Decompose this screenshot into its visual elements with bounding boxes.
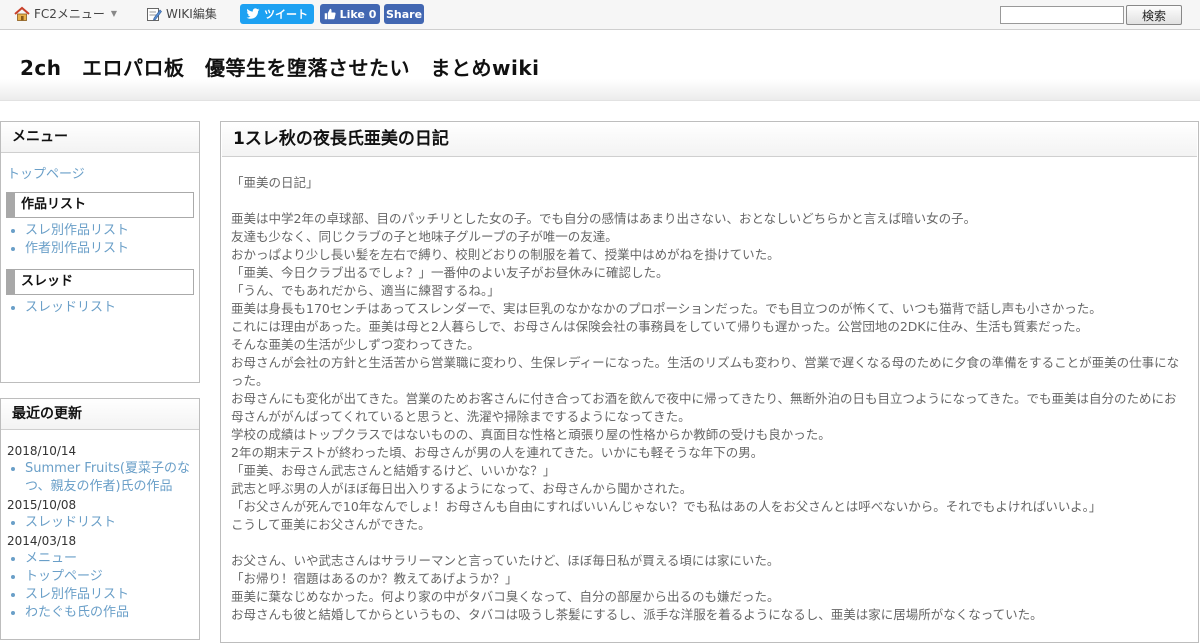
article-paragraph: 「亜美の日記」 [231, 175, 319, 190]
site-title[interactable]: 2ch エロパロ板 優等生を堕落させたい まとめwiki [20, 52, 540, 81]
fc2-menu-button[interactable]: FC2メニュー ▼ [14, 5, 117, 22]
thread-heading: スレッド [6, 269, 194, 295]
recent-updates-box: 最近の更新 2018/10/14 Summer Fruits(夏菜子のなつ、親友… [0, 398, 200, 640]
article-paragraph: 「亜美、今日クラブ出るでしょ？」一番仲のよい友子がお昼休みに確認した。 [231, 265, 669, 280]
article-paragraph: そんな亜美の生活が少しずつ変わってきた。 [231, 337, 480, 352]
list-item[interactable]: スレ別作品リスト [25, 222, 199, 240]
list-item[interactable]: メニュー [25, 550, 199, 568]
article-paragraph: お母さんにも変化が出てきた。営業のためお客さんに付き合ってお酒を飲んで夜中に帰っ… [231, 391, 1177, 424]
article-paragraph: 亜美は身長も170センチはあってスレンダーで、実は巨乳のなかなかのプロポーション… [231, 301, 1102, 316]
edit-icon [147, 7, 162, 21]
wiki-edit-button[interactable]: WIKI編集 [146, 5, 217, 22]
list-item[interactable]: 作者別作品リスト [25, 240, 199, 258]
search-input[interactable] [1000, 6, 1124, 24]
fc2-menu-label: FC2メニュー [34, 7, 105, 21]
article-paragraph: 亜美は中学2年の卓球部、目のパッチリとした女の子。でも自分の感情はあまり出さない… [231, 211, 977, 226]
tweet-button[interactable]: ツイート [240, 4, 314, 24]
thread-list: スレッドリスト [1, 299, 199, 317]
article-paragraph: 「うん、でもあれだから、適当に練習するね。」 [231, 283, 500, 298]
article-paragraph: 亜美に葉なじめなかった。何より家の中がタバコ臭くなって、自分の部屋から出るのも嫌… [231, 589, 780, 604]
thumbs-up-icon [324, 8, 336, 20]
tweet-label: ツイート [264, 8, 308, 21]
wiki-edit-label: WIKI編集 [166, 7, 217, 21]
update-list: Summer Fruits(夏菜子のなつ、親友の作者)氏の作品 [1, 460, 199, 496]
article-paragraph: 友達も少なく、同じクラブの子と地味子グループの子が唯一の友達。 [231, 229, 618, 244]
article-paragraph: これには理由があった。亜美は母と2人暮らしで、お母さんは保険会社の事務員をしてい… [231, 319, 1089, 334]
works-list-heading: 作品リスト [6, 192, 194, 218]
page-title: 1スレ秋の夜長氏亜美の日記 [222, 122, 1197, 157]
article-paragraph: こうして亜美にお父さんができた。 [231, 517, 431, 532]
share-label: Share [385, 7, 423, 21]
menu-heading: メニュー [1, 122, 199, 153]
article-paragraph: 「お父さんが死んで10年なんでしょ！お母さんも自由にすればいいんじゃない？でも私… [231, 499, 1102, 514]
facebook-share-button[interactable]: Share [384, 4, 424, 24]
facebook-like-button[interactable]: Like 0 [320, 4, 380, 24]
top-bar: FC2メニュー ▼ WIKI編集 ツイート Like 0 Share 検索 [0, 0, 1200, 30]
home-icon [14, 6, 30, 21]
search-button[interactable]: 検索 [1126, 5, 1182, 25]
article-paragraph: お父さん、いや武志さんはサラリーマンと言っていたけど、ほぼ毎日私が買える頃には家… [231, 553, 780, 568]
caret-down-icon: ▼ [110, 9, 118, 18]
article-body: 「亜美の日記」亜美は中学2年の卓球部、目のパッチリとした女の子。でも自分の感情は… [231, 174, 1183, 624]
update-list: メニュー トップページ スレ別作品リスト わたぐも氏の作品 [1, 550, 199, 622]
article-paragraph: お母さんも彼と結婚してからというもの、タバコは吸うし茶髪にするし、派手な洋服を着… [231, 607, 1043, 622]
update-date: 2014/03/18 [7, 534, 77, 548]
site-header: 2ch エロパロ板 優等生を堕落させたい まとめwiki [0, 30, 1200, 101]
article-paragraph: 2年の期末テストが終わった頃、お母さんが男の人を連れてきた。いかにも軽そうな年下… [231, 445, 764, 460]
article-paragraph: お母さんが会社の方針と生活苦から営業職に変わり、生保レディーになった。生活のリズ… [231, 355, 1180, 388]
update-list: スレッドリスト [1, 514, 199, 532]
list-item[interactable]: わたぐも氏の作品 [25, 604, 199, 622]
update-date: 2015/10/08 [7, 498, 77, 512]
main-content: 1スレ秋の夜長氏亜美の日記 「亜美の日記」亜美は中学2年の卓球部、目のパッチリと… [220, 121, 1199, 643]
like-label: Like 0 [339, 7, 377, 21]
list-item[interactable]: スレッドリスト [25, 299, 199, 317]
top-page-link[interactable]: トップページ [1, 163, 199, 182]
works-list: スレ別作品リスト 作者別作品リスト [1, 222, 199, 258]
article-paragraph: 「お帰り！宿題はあるのか？教えてあげようか？」 [231, 571, 518, 586]
list-item[interactable]: Summer Fruits(夏菜子のなつ、親友の作者)氏の作品 [25, 460, 199, 496]
article-paragraph: 「亜美、お母さん武志さんと結婚するけど、いいかな？」 [231, 463, 556, 478]
recent-updates-heading: 最近の更新 [1, 399, 199, 430]
article-paragraph: 武志と呼ぶ男の人がほぼ毎日出入りするようになって、お母さんから聞かされた。 [231, 481, 693, 496]
update-date: 2018/10/14 [7, 444, 77, 458]
menu-box: メニュー トップページ 作品リスト スレ別作品リスト 作者別作品リスト スレッド… [0, 121, 200, 383]
list-item[interactable]: スレッドリスト [25, 514, 199, 532]
list-item[interactable]: トップページ [25, 568, 199, 586]
article-paragraph: 学校の成績はトップクラスではないものの、真面目な性格と頑張り屋の性格からか教師の… [231, 427, 831, 442]
twitter-bird-icon [246, 8, 260, 19]
list-item[interactable]: スレ別作品リスト [25, 586, 199, 604]
article-paragraph: おかっぱより少し長い髪を左右で縛り、校則どおりの制服を着て、授業中はめがねを掛け… [231, 247, 780, 262]
